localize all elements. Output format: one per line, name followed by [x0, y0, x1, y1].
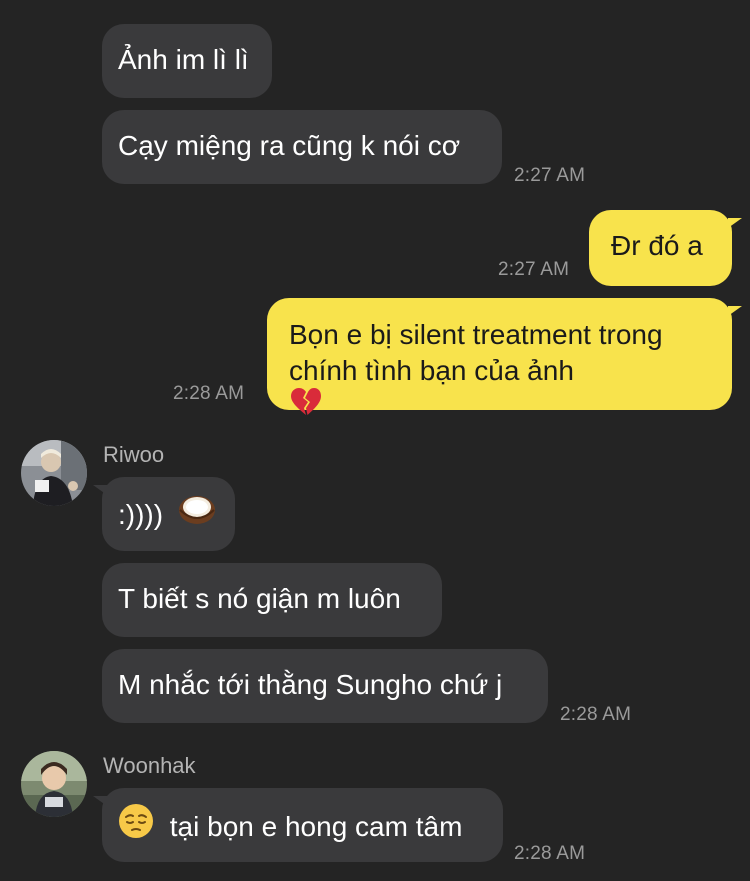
- avatar-riwoo[interactable]: [21, 440, 87, 506]
- message-text: Đr đó a: [611, 230, 703, 261]
- message-bubble-incoming[interactable]: Ảnh im lì lì: [102, 24, 272, 98]
- message-bubble-incoming[interactable]: M nhắc tới thằng Sungho chứ j: [102, 649, 548, 723]
- message-text: T biết s nó giận m luôn: [118, 583, 401, 614]
- broken-heart-icon: [289, 386, 710, 427]
- message-text: M nhắc tới thằng Sungho chứ j: [118, 669, 503, 700]
- message-text: Cạy miệng ra cũng k nói cơ: [118, 130, 461, 161]
- message-timestamp: 2:28 AM: [514, 843, 586, 864]
- coconut-icon: [177, 492, 217, 535]
- message-text-line: chính tình bạn của ảnh: [289, 353, 710, 430]
- message-timestamp: 2:27 AM: [498, 259, 570, 280]
- message-text-line: Bọn e bị silent treatment trong: [289, 319, 663, 350]
- sender-name: Woonhak: [103, 753, 196, 778]
- message-bubble-incoming[interactable]: Cạy miệng ra cũng k nói cơ: [102, 110, 502, 184]
- message-bubble-incoming[interactable]: T biết s nó giận m luôn: [102, 563, 442, 637]
- message-bubble-incoming[interactable]: :)))): [93, 477, 235, 551]
- message-text: Ảnh im lì lì: [118, 44, 249, 75]
- sender-name: Riwoo: [103, 442, 165, 467]
- message-bubble-outgoing[interactable]: Bọn e bị silent treatment trong chính tì…: [267, 298, 742, 415]
- message-timestamp: 2:28 AM: [560, 704, 632, 725]
- message-timestamp: 2:27 AM: [514, 165, 586, 186]
- message-text: :)))): [118, 498, 164, 530]
- pensive-face-icon: [118, 803, 154, 848]
- message-timestamp: 2:28 AM: [173, 383, 245, 404]
- message-text: tại bọn e hong cam tâm: [169, 810, 463, 842]
- message-text: chính tình bạn của ảnh: [289, 355, 574, 386]
- message-bubble-outgoing[interactable]: Đr đó a: [589, 210, 742, 286]
- avatar-woonhak[interactable]: [21, 751, 87, 817]
- message-bubble-incoming[interactable]: tại bọn e hong cam tâm: [93, 788, 503, 862]
